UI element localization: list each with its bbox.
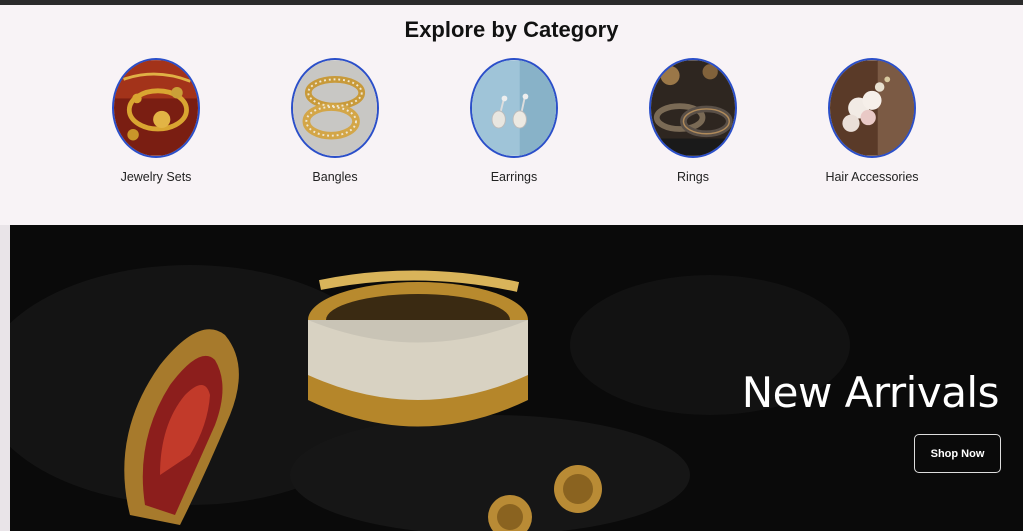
section-title: Explore by Category xyxy=(404,17,619,42)
category-label: Rings xyxy=(677,170,709,184)
category-rings[interactable]: Rings xyxy=(623,58,763,184)
category-section: Explore by Category Jewelry Sets Bangles… xyxy=(0,5,1023,225)
rings-image[interactable] xyxy=(649,58,737,158)
category-hair-accessories[interactable]: Hair Accessories xyxy=(802,58,942,184)
category-label: Hair Accessories xyxy=(825,170,919,184)
category-label: Earrings xyxy=(490,170,538,184)
category-jewelry-sets[interactable]: Jewelry Sets xyxy=(86,58,226,184)
category-earrings[interactable]: Earrings xyxy=(444,58,584,184)
shop-now-button[interactable]: Shop Now xyxy=(914,434,1001,473)
earrings-image[interactable] xyxy=(470,58,558,158)
category-label: Jewelry Sets xyxy=(120,170,192,184)
new-arrivals-banner: New Arrivals Shop Now xyxy=(0,225,1023,531)
banner-left-edge xyxy=(0,225,10,531)
banner-title: New Arrivals xyxy=(741,368,1000,417)
category-bangles[interactable]: Bangles xyxy=(265,58,405,184)
hair-accessories-image[interactable] xyxy=(828,58,916,158)
bangles-image[interactable] xyxy=(291,58,379,158)
category-label: Bangles xyxy=(312,170,358,184)
jewelry-set-image[interactable] xyxy=(112,58,200,158)
